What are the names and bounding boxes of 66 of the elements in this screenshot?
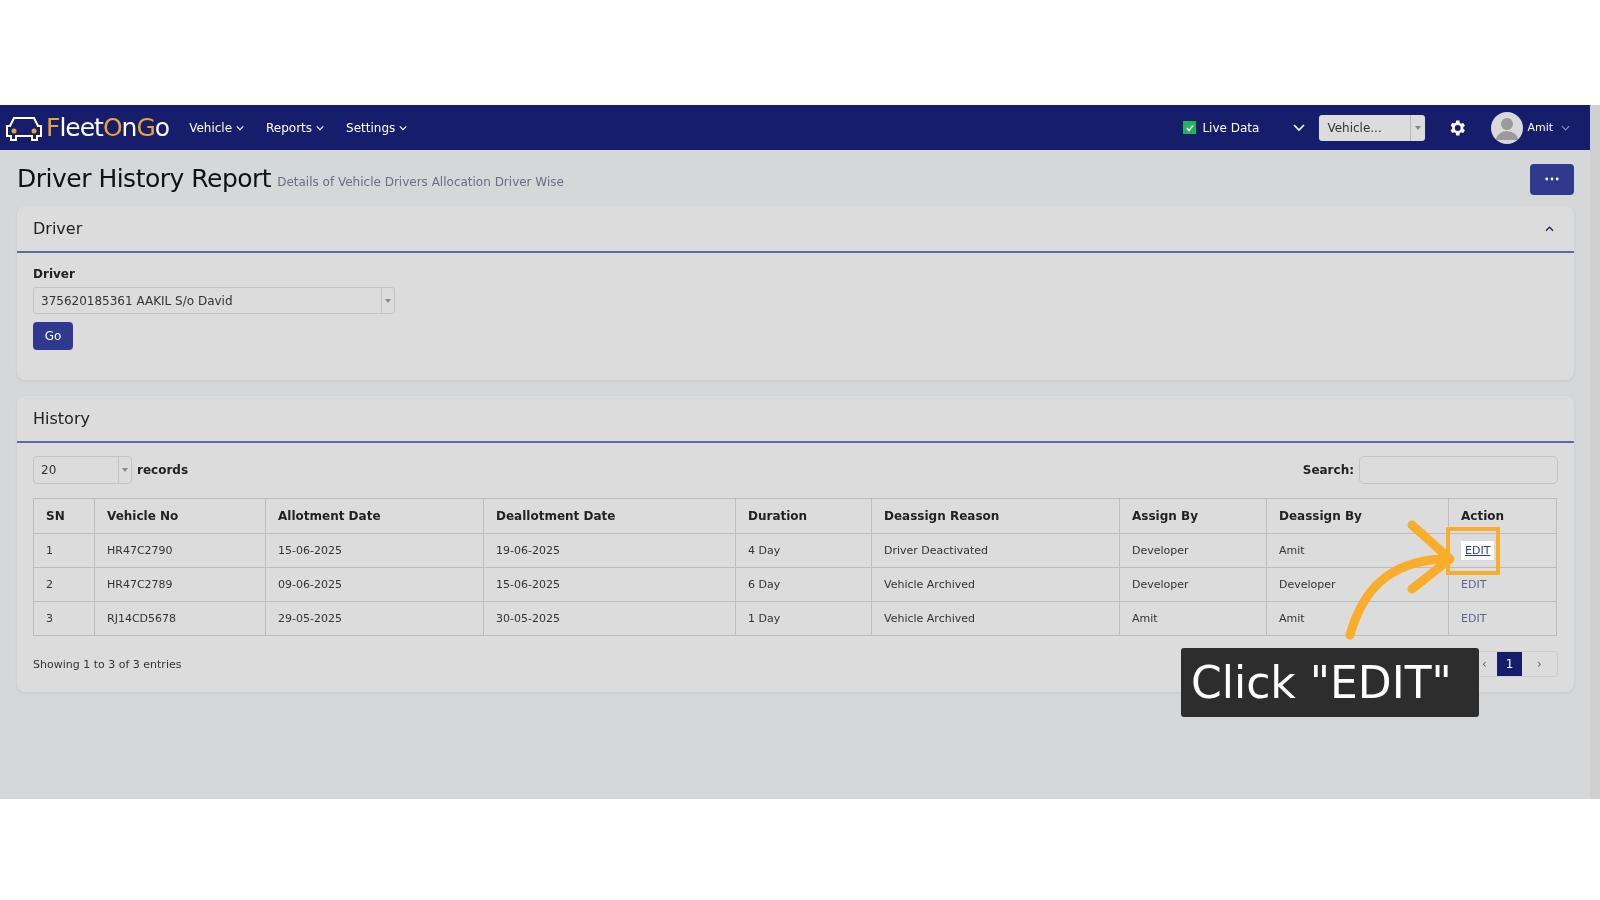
avatar-icon[interactable] — [1491, 111, 1524, 144]
dropdown-caret-icon[interactable] — [1415, 125, 1422, 130]
table-cell: 29-05-2025 — [265, 601, 484, 636]
table-cell: 19-06-2025 — [483, 533, 736, 568]
page-subtitle: Details of Vehicle Drivers Allocation Driver Wise — [277, 175, 564, 189]
dropdown-caret-icon[interactable] — [385, 298, 391, 303]
table-cell: 2 — [33, 567, 95, 602]
vehicle-select[interactable]: Vehicle... — [1319, 114, 1426, 141]
table-cell: Driver Deactivated — [871, 533, 1120, 568]
column-header: Deassign Reason — [871, 498, 1120, 534]
entries-info: Showing 1 to 3 of 3 entries — [33, 657, 182, 671]
collapse-icon[interactable] — [1545, 225, 1554, 232]
table-cell: 1 Day — [735, 601, 872, 636]
dropdown-caret-icon[interactable] — [122, 468, 128, 472]
table-cell: 15-06-2025 — [265, 533, 484, 568]
logo-text: FleetOnGo — [46, 113, 170, 142]
table-cell: 6 Day — [735, 567, 872, 602]
card-title: Driver — [33, 219, 83, 238]
next-page-button[interactable]: › — [1522, 652, 1557, 676]
go-button[interactable]: Go — [33, 322, 73, 350]
ellipsis-icon[interactable] — [1545, 177, 1559, 181]
tutorial-callout: Click "EDIT" — [1181, 648, 1479, 717]
table-cell: Amit — [1119, 601, 1267, 636]
table-cell: RJ14CD5678 — [94, 601, 266, 636]
column-header: Allotment Date — [265, 498, 484, 534]
table-cell: Vehicle Archived — [871, 601, 1120, 636]
scrollbar[interactable] — [1590, 105, 1600, 799]
table-cell: 4 Day — [735, 533, 872, 568]
table-cell: HR47C2790 — [94, 533, 266, 568]
edit-link[interactable]: EDIT — [1461, 612, 1487, 625]
user-name[interactable]: Amit — [1527, 121, 1553, 134]
edit-link[interactable]: EDIT — [1461, 541, 1495, 560]
column-header: Vehicle No — [94, 498, 266, 534]
column-header: SN — [33, 498, 95, 534]
search-field[interactable] — [1359, 456, 1558, 484]
page-size-select[interactable]: 20 — [33, 456, 132, 484]
page-button[interactable]: 1 — [1497, 652, 1522, 676]
table-cell: 30-05-2025 — [483, 601, 736, 636]
field-label: Driver — [33, 267, 76, 281]
highlight-frame — [1446, 527, 1500, 575]
table-cell: 3 — [33, 601, 95, 636]
live-data-checkbox[interactable] — [1183, 121, 1197, 134]
page-title: Driver History Report — [17, 163, 272, 193]
more-button[interactable] — [1530, 163, 1574, 195]
table-cell: Vehicle Archived — [871, 567, 1120, 602]
table-cell: 09-06-2025 — [265, 567, 484, 602]
table-cell: 15-06-2025 — [483, 567, 736, 602]
table-cell: Amit — [1266, 601, 1449, 636]
table-cell: Developer — [1119, 567, 1267, 602]
column-header: Deallotment Date — [483, 498, 736, 534]
column-header: Action — [1448, 498, 1557, 534]
card-title: History — [33, 409, 90, 428]
live-data-toggle[interactable]: Live Data — [1183, 120, 1260, 135]
driver-select[interactable]: 375620185361 AAKIL S/o David — [33, 287, 395, 314]
table-cell: Developer — [1119, 533, 1267, 568]
records-label: records — [137, 463, 189, 477]
table-cell: 1 — [33, 533, 95, 568]
nav-menu-item[interactable]: Reports — [266, 120, 325, 135]
column-header: Deassign By — [1266, 498, 1449, 534]
search-label: Search: — [1302, 463, 1354, 477]
nav-menu-item[interactable]: Settings — [346, 120, 408, 135]
nav-menu-item[interactable]: Vehicle — [189, 120, 245, 135]
edit-link[interactable]: EDIT — [1461, 578, 1487, 591]
column-header: Assign By — [1119, 498, 1267, 534]
table-cell: HR47C2789 — [94, 567, 266, 602]
column-header: Duration — [735, 498, 872, 534]
